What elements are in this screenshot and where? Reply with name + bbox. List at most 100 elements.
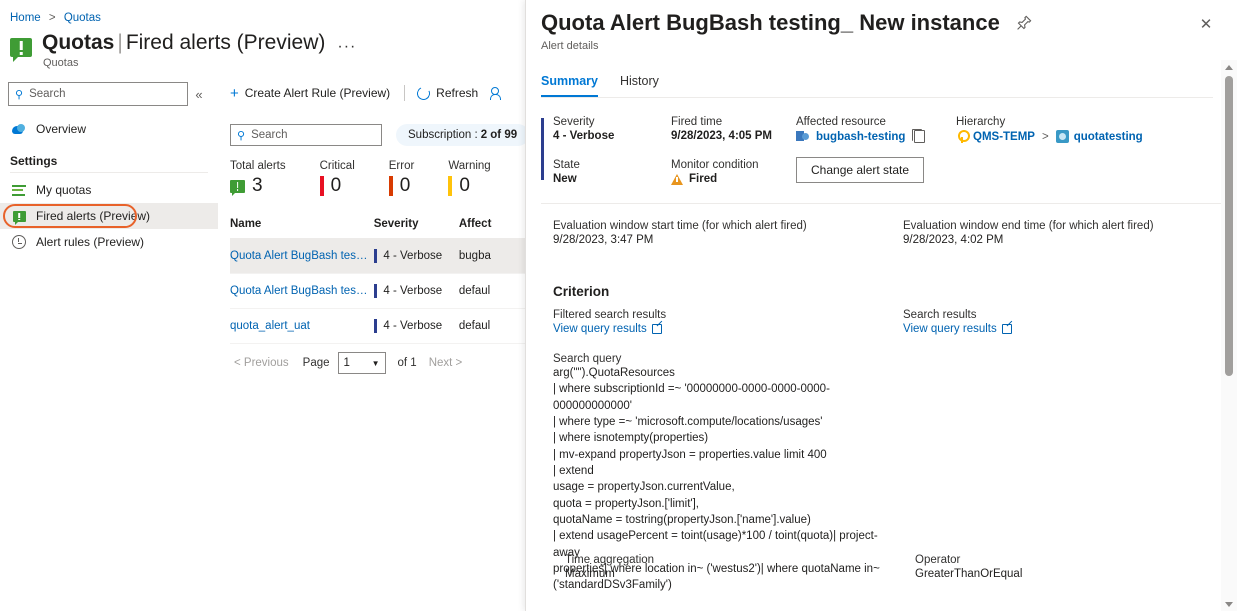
page-title-section: Fired alerts (Preview): [125, 31, 326, 54]
divider: [541, 203, 1222, 204]
breadcrumb-quotas[interactable]: Quotas: [64, 12, 101, 24]
field-label: Search results: [903, 309, 977, 321]
sidebar-item-label-alert-rules: Alert rules (Preview): [36, 235, 145, 249]
field-label: Operator: [915, 554, 961, 566]
column-header-severity[interactable]: Severity: [374, 218, 459, 230]
field-affected-resource: Affected resource bugbash-testing: [796, 116, 956, 143]
quota-list-icon: [10, 184, 28, 196]
field-value: New: [553, 173, 577, 185]
alert-affected-resource: defaul: [458, 320, 491, 332]
command-bar: + Create Alert Rule (Preview) Refresh: [230, 84, 517, 102]
refresh-button[interactable]: Refresh: [415, 84, 478, 102]
field-operator: Operator GreaterThanOrEqual: [915, 554, 1237, 580]
criterion-heading: Criterion: [553, 284, 610, 299]
page-total-label: of 1: [397, 357, 417, 369]
collapse-nav-button[interactable]: «: [188, 87, 210, 102]
page-label: Page: [302, 357, 330, 369]
field-label: Evaluation window start time (for which …: [553, 220, 807, 232]
alert-severity-label: 4 - Verbose: [383, 320, 443, 332]
alert-name-link[interactable]: Quota Alert BugBash test...: [230, 285, 374, 297]
resource-icon: [796, 130, 810, 143]
sidebar-item-label-fired-alerts: Fired alerts (Preview): [36, 209, 151, 223]
link-label: View query results: [553, 323, 647, 335]
warning-icon: [671, 173, 683, 185]
sidebar-item-my-quotas[interactable]: My quotas: [0, 177, 218, 203]
nav-section-settings: Settings: [10, 154, 58, 168]
stat-total-alerts[interactable]: Total alerts 3: [230, 160, 286, 197]
chevron-down-icon: [1225, 601, 1233, 607]
field-value: 9/28/2023, 4:05 PM: [671, 130, 773, 142]
scroll-up-button[interactable]: [1221, 60, 1237, 74]
table-row[interactable]: Quota Alert BugBash test... 4 - Verbose …: [230, 239, 525, 274]
page-number-value: 1: [343, 357, 350, 369]
sidebar-item-alert-rules[interactable]: Alert rules (Preview): [0, 229, 218, 255]
column-header-affected[interactable]: Affect: [459, 218, 525, 230]
field-evaluation-start: Evaluation window start time (for which …: [553, 220, 903, 246]
stat-value: 0: [399, 175, 411, 196]
assign-user-button[interactable]: [490, 86, 505, 100]
scrollbar-thumb[interactable]: [1225, 76, 1233, 376]
chevron-up-icon: [1225, 64, 1233, 70]
overview-icon: [10, 123, 28, 135]
subscription-filter-label: Subscription :: [408, 129, 478, 141]
pagination: < Previous Page 1 ▼ of 1 Next >: [230, 352, 525, 374]
stat-label: Critical: [319, 160, 355, 172]
nav-search-row: ⚲ Search «: [0, 82, 218, 106]
chevron-down-icon: ▼: [371, 358, 380, 368]
change-alert-state-button[interactable]: Change alert state: [796, 157, 925, 183]
panel-title: Quota Alert BugBash testing_ New instanc…: [541, 10, 1000, 35]
pin-icon[interactable]: [1016, 15, 1032, 31]
create-alert-rule-label: Create Alert Rule (Preview): [244, 86, 391, 100]
copy-icon[interactable]: [912, 129, 926, 143]
alert-name-link[interactable]: Quota Alert BugBash test...: [230, 250, 374, 262]
table-row[interactable]: quota_alert_uat 4 - Verbose defaul: [230, 309, 525, 344]
search-icon: ⚲: [237, 129, 246, 142]
stat-warning[interactable]: Warning 0: [448, 160, 491, 197]
field-value: 9/28/2023, 3:47 PM: [553, 234, 654, 246]
column-header-name[interactable]: Name: [230, 218, 374, 230]
field-value: GreaterThanOrEqual: [915, 568, 1023, 580]
affected-resource-link[interactable]: bugbash-testing: [796, 129, 956, 143]
stat-error[interactable]: Error 0: [388, 160, 414, 197]
hierarchy-link-tenant[interactable]: QMS-TEMP: [973, 131, 1035, 143]
close-icon[interactable]: ✕: [1197, 16, 1215, 34]
external-link-icon: [651, 324, 662, 334]
search-icon: ⚲: [15, 88, 24, 101]
field-value: 4 - Verbose: [553, 130, 615, 142]
field-value: Fired: [689, 173, 718, 185]
pin-glyph: [1017, 15, 1032, 30]
page-number-select[interactable]: 1 ▼: [337, 352, 386, 374]
page-title-divider: |: [117, 31, 123, 54]
grid-search-input[interactable]: ⚲ Search: [230, 124, 382, 146]
severity-stripe: [541, 118, 544, 180]
scroll-down-button[interactable]: [1221, 597, 1237, 611]
field-evaluation-end: Evaluation window end time (for which al…: [903, 220, 1237, 246]
sidebar-item-fired-alerts[interactable]: Fired alerts (Preview): [0, 203, 218, 229]
panel-scrollbar[interactable]: [1221, 60, 1237, 611]
stat-critical[interactable]: Critical 0: [319, 160, 355, 197]
subscription-filter-pill[interactable]: Subscription : 2 of 99: [396, 124, 530, 146]
tab-summary[interactable]: Summary: [541, 74, 598, 97]
blade-nav: ⚲ Search « Overview Settings My quotas F…: [0, 82, 218, 255]
hierarchy-link-subscription[interactable]: quotatesting: [1074, 131, 1143, 143]
alert-name-link[interactable]: quota_alert_uat: [230, 320, 374, 332]
view-query-results-link-filtered[interactable]: View query results: [553, 323, 662, 335]
view-query-results-link-search[interactable]: View query results: [903, 323, 1012, 335]
tab-history[interactable]: History: [620, 74, 659, 97]
change-alert-state-cell: Change alert state: [796, 143, 1206, 185]
page-title-resource: Quotas: [42, 31, 115, 54]
field-fired-time: Fired time 9/28/2023, 4:05 PM: [671, 116, 796, 143]
create-alert-rule-button[interactable]: + Create Alert Rule (Preview): [230, 86, 390, 101]
key-icon: [956, 130, 970, 143]
previous-page-button[interactable]: < Previous: [234, 357, 289, 369]
next-page-button[interactable]: Next >: [429, 357, 463, 369]
severity-bar-icon: [373, 249, 378, 263]
more-options-button[interactable]: ···: [337, 38, 356, 56]
breadcrumb-home[interactable]: Home: [10, 12, 41, 24]
table-row[interactable]: Quota Alert BugBash test... 4 - Verbose …: [230, 274, 525, 309]
alert-severity: 4 - Verbose: [373, 249, 459, 263]
nav-search-input[interactable]: ⚲ Search: [8, 82, 188, 106]
sidebar-item-overview[interactable]: Overview: [0, 116, 218, 142]
alert-affected-resource: defaul: [458, 285, 491, 297]
sidebar-item-label-overview: Overview: [36, 122, 87, 136]
